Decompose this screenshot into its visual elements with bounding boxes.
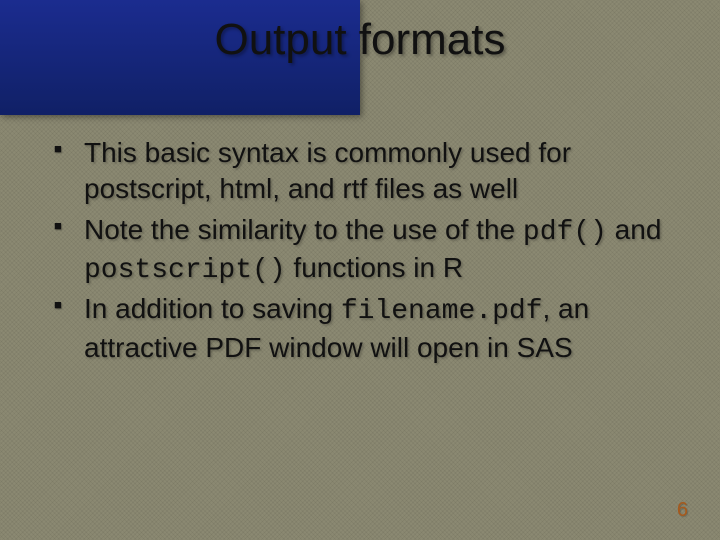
bullet-text: and (607, 214, 662, 245)
bullet-text: This basic syntax is commonly used for p… (84, 137, 571, 204)
code-text: postscript() (84, 255, 286, 286)
code-text: pdf() (523, 217, 607, 248)
bullet-item: This basic syntax is commonly used for p… (48, 135, 690, 210)
bullet-text: functions in R (286, 252, 463, 283)
slide: Output formats This basic syntax is comm… (0, 0, 720, 540)
bullet-text: Note the similarity to the use of the (84, 214, 523, 245)
bullet-item: In addition to saving filename.pdf, an a… (48, 291, 690, 369)
slide-body: This basic syntax is commonly used for p… (48, 135, 690, 371)
page-number: 6 (677, 499, 688, 522)
bullet-text: In addition to saving (84, 293, 341, 324)
slide-title: Output formats (0, 15, 720, 65)
bullet-list: This basic syntax is commonly used for p… (48, 135, 690, 369)
code-text: filename.pdf (341, 296, 543, 327)
bullet-item: Note the similarity to the use of the pd… (48, 212, 690, 290)
